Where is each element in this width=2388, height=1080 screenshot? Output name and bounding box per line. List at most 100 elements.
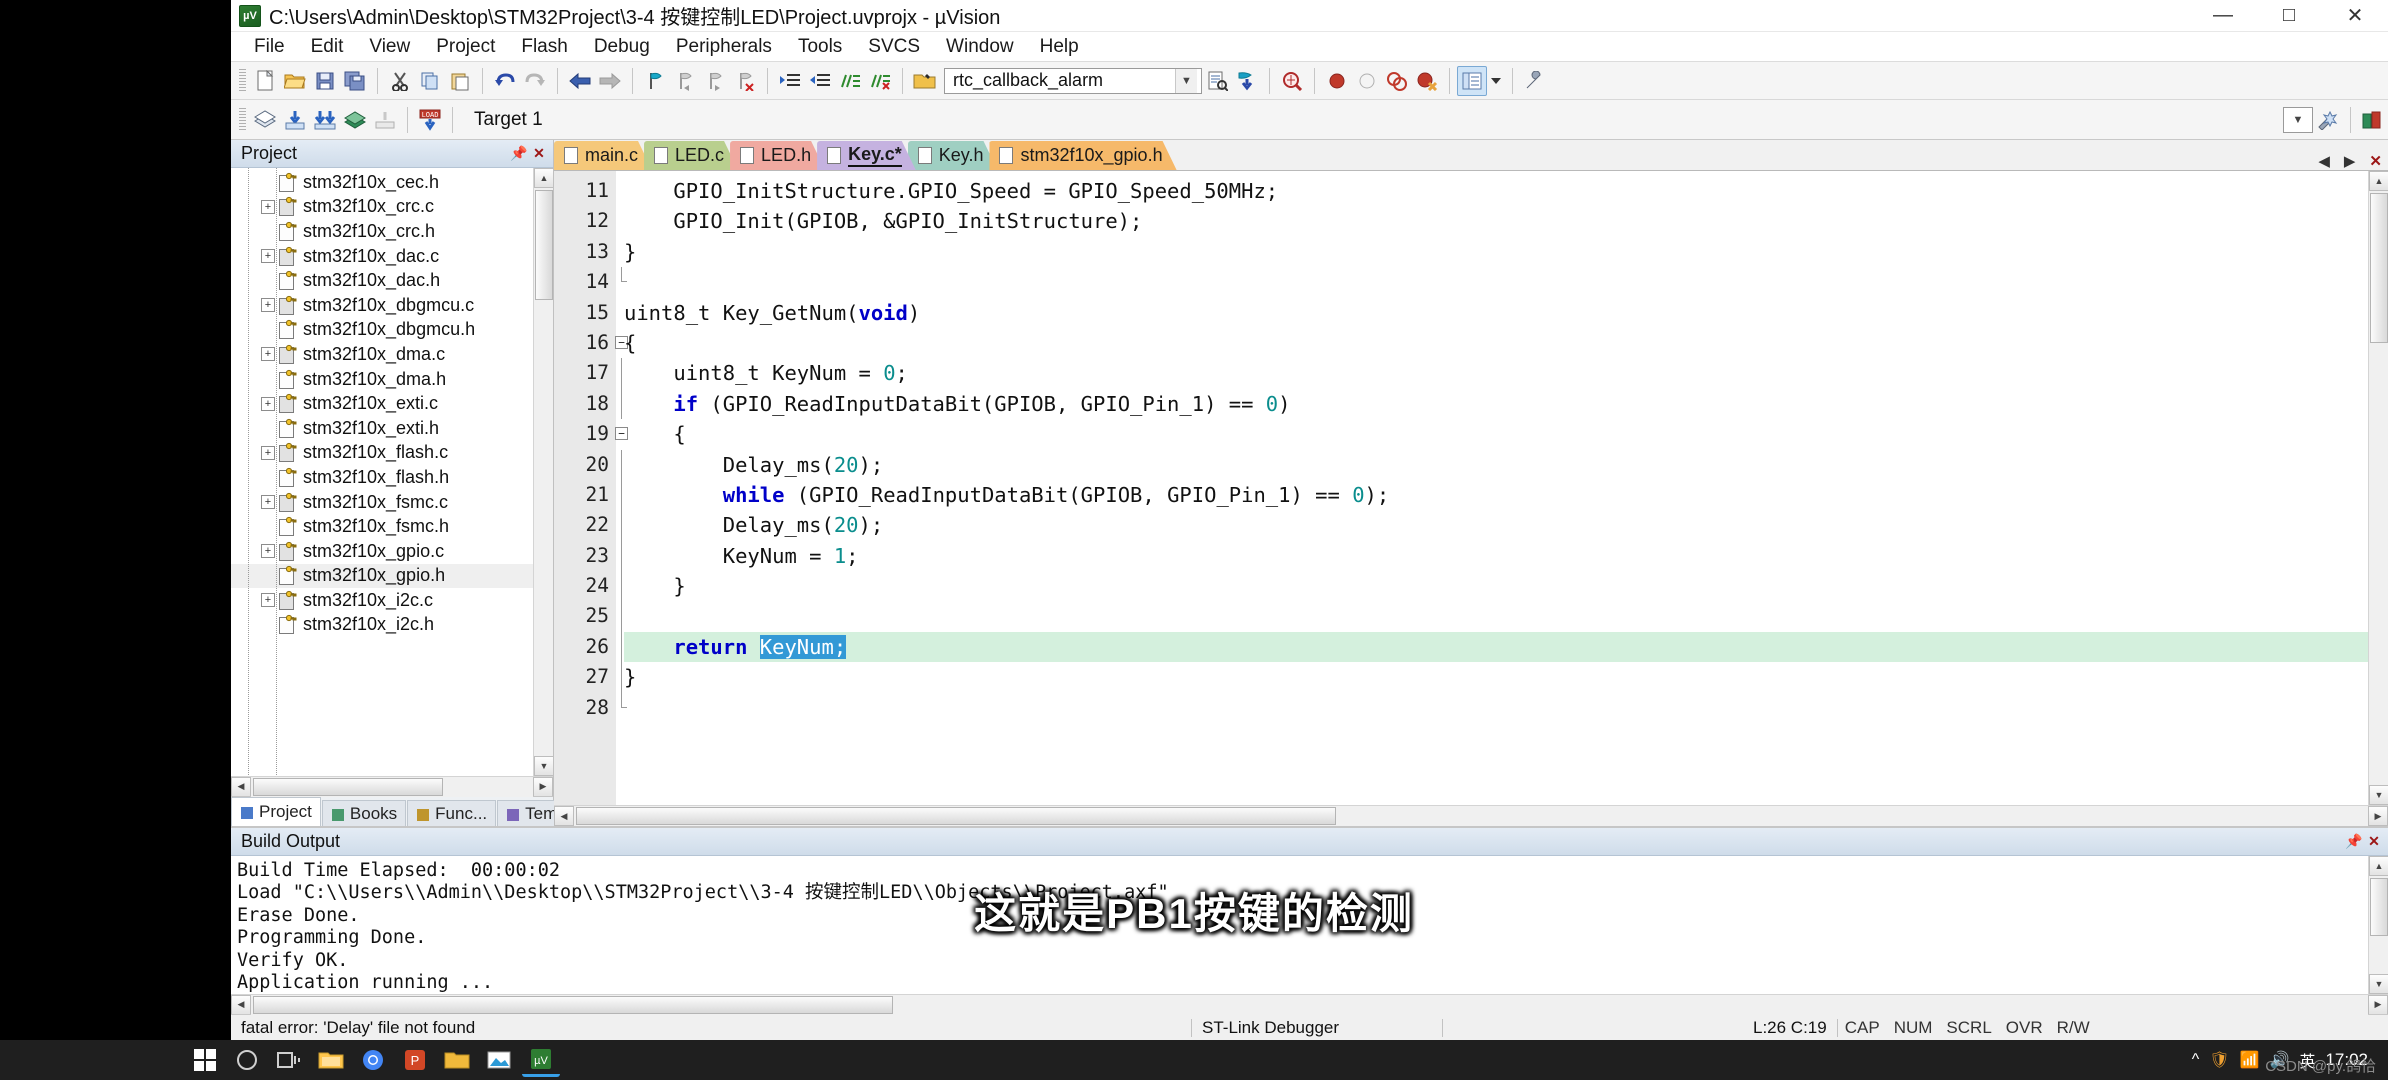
save-icon[interactable] [310, 66, 340, 96]
tree-item[interactable]: stm32f10x_crc.h [231, 219, 553, 244]
close-button[interactable]: ✕ [2322, 0, 2388, 32]
editor-hscrollbar[interactable]: ◀ ▶ [554, 805, 2388, 826]
chevron-up-icon[interactable]: ^ [2192, 1051, 2200, 1069]
indent-left-icon[interactable] [805, 66, 835, 96]
uncomment-icon[interactable] [865, 66, 895, 96]
tree-expand-icon[interactable]: + [261, 347, 275, 362]
tree-item[interactable]: stm32f10x_dbgmcu.h [231, 318, 553, 343]
menu-view[interactable]: View [356, 33, 423, 61]
tree-item[interactable]: stm32f10x_exti.h [231, 416, 553, 441]
build-scroll-left[interactable]: ◀ [231, 994, 251, 1015]
hscroll-thumb[interactable] [253, 777, 443, 796]
build-icon[interactable] [250, 105, 280, 135]
network-icon[interactable]: 📶 [2240, 1050, 2260, 1070]
minimize-button[interactable]: — [2190, 0, 2256, 32]
editor-tab-ledc[interactable]: LED.c [644, 141, 738, 170]
tree-item[interactable]: stm32f10x_fsmc.h [231, 514, 553, 539]
bookmark-prev-icon[interactable] [670, 66, 700, 96]
project-panel-tabs[interactable]: ProjectBooksFunc...Temp... [231, 796, 590, 826]
menu-edit[interactable]: Edit [298, 33, 357, 61]
hscroll-track[interactable] [251, 776, 533, 797]
target-selector-label[interactable]: Target 1 [474, 109, 543, 131]
open-folder-icon[interactable] [280, 66, 310, 96]
batch-build-icon[interactable] [340, 105, 370, 135]
cortana-icon[interactable] [228, 1043, 266, 1077]
tree-item[interactable]: stm32f10x_flash.h [231, 465, 553, 490]
code-line[interactable]: GPIO_InitStructure.GPIO_Speed = GPIO_Spe… [624, 176, 2368, 206]
photos-icon[interactable] [480, 1043, 518, 1077]
tree-item[interactable]: stm32f10x_i2c.h [231, 613, 553, 638]
tree-expand-icon[interactable]: + [261, 199, 275, 214]
editor-hscroll-thumb[interactable] [576, 806, 1336, 825]
project-window-icon[interactable] [1457, 65, 1487, 96]
folder-icon[interactable] [438, 1043, 476, 1077]
code-text[interactable]: GPIO_InitStructure.GPIO_Speed = GPIO_Spe… [616, 171, 2368, 805]
code-line[interactable]: } [624, 571, 2368, 601]
prev-tab-arrow-icon[interactable]: ◀ [2318, 152, 2330, 170]
toolbar-grip-2[interactable] [239, 107, 246, 132]
tree-expand-icon[interactable]: + [261, 445, 275, 460]
security-icon[interactable]: 🛡 [2209, 1050, 2229, 1070]
chrome-icon[interactable] [354, 1043, 392, 1077]
editor-scroll-left[interactable]: ◀ [554, 806, 574, 826]
build-output-hscrollbar[interactable]: ◀ ▶ [231, 994, 2388, 1015]
scroll-thumb[interactable] [535, 190, 553, 300]
breakpoint-icon[interactable] [1322, 66, 1352, 96]
close-icon[interactable]: ✕ [2364, 832, 2384, 852]
menu-help[interactable]: Help [1027, 33, 1092, 61]
navigate-back-icon[interactable] [565, 66, 595, 96]
code-line[interactable]: KeyNum = 1; [624, 541, 2368, 571]
build-hscroll-thumb[interactable] [253, 995, 893, 1014]
code-line[interactable]: Delay_ms(20); [624, 510, 2368, 540]
windows-start-icon[interactable] [186, 1043, 224, 1077]
code-line[interactable] [624, 693, 2368, 723]
paste-icon[interactable] [445, 66, 475, 96]
menu-project[interactable]: Project [423, 33, 508, 61]
editor-tab-ledh[interactable]: LED.h [730, 141, 825, 170]
editor-tab-keyc[interactable]: Key.c* [817, 141, 916, 170]
tree-item[interactable]: stm32f10x_dma.h [231, 367, 553, 392]
code-line[interactable]: uint8_t Key_GetNum(void) [624, 298, 2368, 328]
keil-uvision-icon[interactable]: µV [522, 1043, 560, 1077]
project-window-dropdown-icon[interactable] [1487, 66, 1505, 96]
target-dropdown[interactable]: ▼ [2283, 106, 2313, 133]
indent-right-icon[interactable] [775, 66, 805, 96]
menu-debug[interactable]: Debug [581, 33, 663, 61]
symbol-search-combo[interactable]: rtc_callback_alarm ▼ [944, 67, 1202, 94]
build-scroll-right[interactable]: ▶ [2368, 994, 2388, 1015]
powerpoint-icon[interactable]: P [396, 1043, 434, 1077]
navigate-forward-icon[interactable] [595, 66, 625, 96]
redo-icon[interactable] [520, 66, 550, 96]
scroll-left-button[interactable]: ◀ [231, 776, 251, 797]
rebuild-all-icon[interactable] [310, 105, 340, 135]
project-tab-project[interactable]: Project [231, 797, 321, 826]
task-view-icon[interactable] [270, 1043, 308, 1077]
bookmark-next-icon[interactable] [700, 66, 730, 96]
code-line[interactable] [624, 601, 2368, 631]
editor-scroll-up[interactable]: ▲ [2369, 171, 2388, 191]
project-tab-func[interactable]: Func... [407, 800, 497, 826]
file-explorer-icon[interactable] [312, 1043, 350, 1077]
close-tab-icon[interactable]: ✕ [2369, 152, 2382, 170]
pin-icon[interactable]: 📌 [2344, 832, 2364, 852]
tree-item[interactable]: + stm32f10x_dac.c [231, 244, 553, 269]
tree-expand-icon[interactable]: + [261, 249, 275, 264]
editor-vscrollbar[interactable]: ▲ ▼ [2368, 171, 2388, 805]
scroll-right-button[interactable]: ▶ [533, 776, 553, 797]
new-file-icon[interactable] [250, 66, 280, 96]
scroll-up-button[interactable]: ▲ [534, 168, 553, 188]
next-tab-arrow-icon[interactable]: ▶ [2344, 152, 2356, 170]
chevron-down-icon[interactable]: ▼ [1175, 68, 1197, 93]
build-scroll-thumb[interactable] [2370, 878, 2388, 936]
tree-item[interactable]: + stm32f10x_crc.c [231, 195, 553, 220]
code-line[interactable]: uint8_t KeyNum = 0; [624, 358, 2368, 388]
project-tab-books[interactable]: Books [321, 800, 407, 826]
manage-project-items-icon[interactable] [2358, 105, 2388, 135]
menu-tools[interactable]: Tools [785, 33, 855, 61]
save-all-icon[interactable] [340, 66, 370, 96]
code-line[interactable]: return KeyNum; [624, 631, 2368, 663]
editor-tab-stm32f10xgpioh[interactable]: stm32f10x_gpio.h [989, 141, 1176, 170]
tree-expand-icon[interactable]: + [261, 396, 275, 411]
insert-bookmark-icon[interactable] [1232, 66, 1262, 96]
breakpoint-all-icon[interactable] [1382, 66, 1412, 96]
